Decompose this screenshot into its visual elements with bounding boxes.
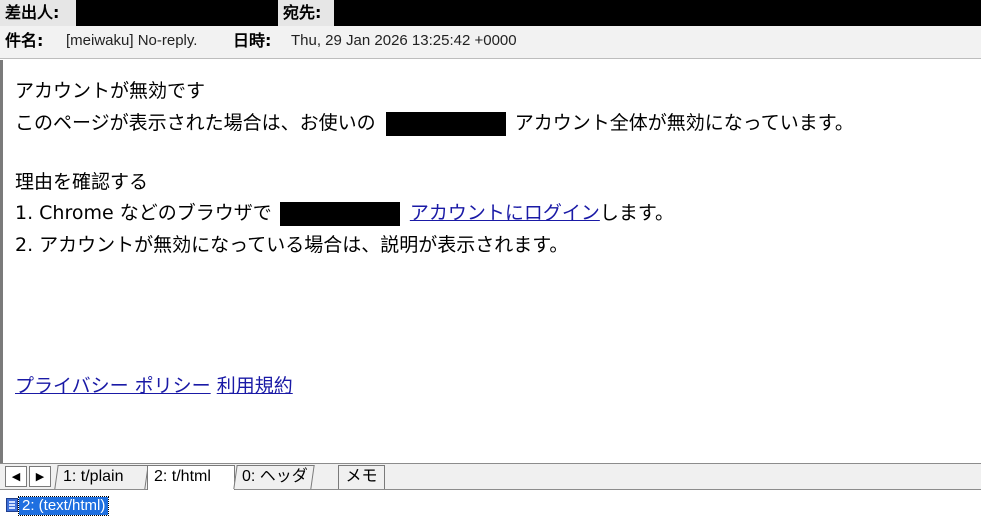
message-line-2-start: このページが表示された場合は、お使いの: [15, 112, 376, 134]
tab-text-html[interactable]: 2: t/html: [147, 465, 235, 490]
tab-text-plain[interactable]: 1: t/plain: [54, 465, 149, 489]
date-label: 日時:: [233, 31, 272, 50]
tab-next-button[interactable]: ▶: [29, 466, 51, 487]
message-subheading: 理由を確認する: [15, 171, 149, 193]
message-line-2-end: アカウント全体が無効になっています。: [514, 112, 854, 134]
redacted-block: [385, 111, 506, 136]
message-heading: アカウントが無効です: [15, 80, 206, 102]
from-label: 差出人:: [0, 0, 76, 26]
message-line-4: 1. Chrome などのブラウザで アカウントにログインします。: [15, 201, 674, 226]
message-line-4-end: します。: [599, 202, 674, 224]
terms-link[interactable]: 利用規約: [217, 375, 293, 397]
footer-links: プライバシー ポリシー 利用規約: [15, 374, 293, 398]
tab-memo[interactable]: メモ: [338, 465, 385, 489]
chevron-right-icon: ▶: [35, 470, 45, 483]
to-label: 宛先:: [278, 0, 334, 26]
tab-prev-button[interactable]: ◀: [5, 466, 27, 487]
mime-part-item[interactable]: 2: (text/html): [17, 496, 110, 516]
subject-label: 件名:: [5, 31, 44, 50]
privacy-policy-link[interactable]: プライバシー ポリシー: [15, 375, 211, 397]
message-line-5: 2. アカウントが無効になっている場合は、説明が表示されます。: [15, 234, 569, 256]
date-value: Thu, 29 Jan 2026 13:25:42 +0000: [291, 32, 517, 49]
mime-part-list: 2: (text/html): [0, 490, 981, 523]
subject-value: [meiwaku] No-reply.: [66, 32, 198, 49]
header-subject-date-row: 件名: [meiwaku] No-reply. 日時: Thu, 29 Jan …: [0, 26, 981, 59]
message-line-2: このページが表示された場合は、お使いの アカウント全体が無効になっています。: [15, 111, 854, 136]
header-from-to-row: 差出人: 宛先:: [0, 0, 981, 26]
redacted-block: [279, 201, 400, 226]
view-tab-bar: ◀ ▶ 1: t/plain 2: t/html 0: ヘッダ メモ: [0, 463, 981, 490]
chevron-left-icon: ◀: [11, 470, 21, 483]
document-icon: [6, 498, 18, 512]
tab-headers[interactable]: 0: ヘッダ: [233, 465, 315, 489]
message-line-4-start: 1. Chrome などのブラウザで: [15, 202, 272, 224]
message-body[interactable]: アカウントが無効です このページが表示された場合は、お使いの アカウント全体が無…: [0, 60, 981, 463]
login-link[interactable]: アカウントにログイン: [410, 202, 600, 224]
